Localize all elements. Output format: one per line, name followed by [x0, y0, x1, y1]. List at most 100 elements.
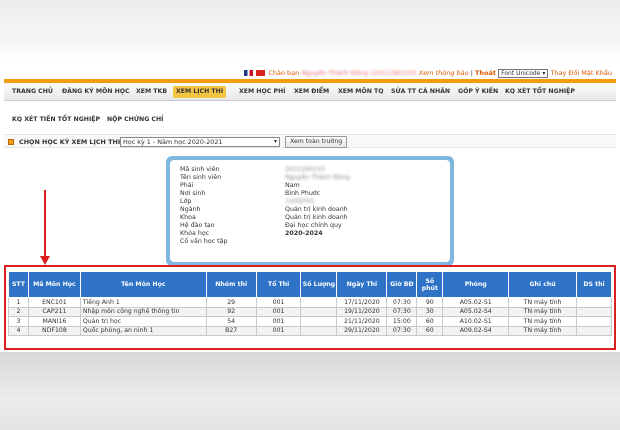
info-value: Bình Phước [285, 190, 321, 197]
secondary-menu: KQ XÉT TIẾN TỐT NGHIỆP NỘP CHỨNG CHỈ [4, 113, 616, 127]
chevron-down-icon: ▾ [273, 138, 277, 145]
vn-flag-icon[interactable] [256, 70, 266, 76]
cell-course-name: Quản trị học [79, 316, 207, 327]
info-value: Nam [285, 182, 300, 189]
cell-course-code: CAP211 [27, 306, 81, 317]
cell-note: TN máy tính [508, 297, 578, 308]
column-header: Ngày Thi [336, 271, 388, 298]
cell-exam-group: 54 [205, 316, 257, 327]
menu-item-tuition[interactable]: XEM HỌC PHÍ [239, 83, 285, 101]
cell-exam-group: 92 [205, 306, 257, 317]
menu-item-home[interactable]: TRANG CHỦ [12, 83, 53, 101]
semester-label: CHỌN HỌC KỲ XEM LỊCH THI [19, 138, 121, 146]
cell-quantity [300, 316, 338, 327]
menu-item-graduation-progress[interactable]: KQ XÉT TIẾN TỐT NGHIỆP [12, 113, 100, 127]
cell-course-name: Quốc phòng, an ninh 1 [79, 325, 207, 336]
exam-schedule-table: STT Mã Môn Học Tên Môn Học Nhóm thi Tổ T… [8, 271, 612, 336]
table-row: 1 ENC101 Tiếng Anh 1 29 001 17/11/2020 0… [8, 297, 612, 308]
info-value: Nguyễn Thành Đông [285, 174, 350, 181]
info-value: Quản trị kinh doanh [285, 206, 348, 213]
cell-course-name: Tiếng Anh 1 [79, 297, 207, 308]
info-value: Đại học chính quy [285, 222, 342, 229]
cell-exam-team: 001 [255, 297, 302, 308]
cell-start-time: 07:30 [386, 325, 418, 336]
menu-item-exam-schedule[interactable]: XEM LỊCH THI [173, 86, 227, 98]
student-name: Nguyễn Thành Đông [301, 69, 369, 77]
cell-stt: 2 [8, 306, 29, 317]
column-header: Số phút [416, 271, 444, 298]
cell-stt: 3 [8, 316, 29, 327]
cell-stt: 1 [8, 297, 29, 308]
student-id: (2011190133) [370, 69, 417, 77]
info-value: Quản trị kinh doanh [285, 214, 348, 221]
cell-course-code: ENC101 [27, 297, 81, 308]
greeting-text: Chào bạn [268, 69, 300, 77]
column-header: Tên Môn Học [79, 271, 207, 298]
info-key: Ngành [180, 206, 201, 213]
column-header: Số Lượng [300, 271, 338, 298]
menu-item-graduation-result[interactable]: KQ XÉT TỐT NGHIỆP [505, 83, 575, 101]
cell-exam-list[interactable] [576, 297, 612, 308]
cell-exam-list[interactable] [576, 306, 612, 317]
view-notifications-link[interactable]: Xem thông báo [419, 69, 469, 77]
cell-course-code: NDF108 [27, 325, 81, 336]
menu-item-grades[interactable]: XEM ĐIỂM [294, 83, 329, 101]
cell-exam-date: 19/11/2020 [336, 306, 388, 317]
info-key: Nơi sinh [180, 190, 206, 197]
semester-select[interactable]: Học kỳ 1 - Năm học 2020-2021 ▾ [120, 137, 280, 147]
separator: | [470, 69, 473, 77]
menu-item-register[interactable]: ĐĂNG KÝ MÔN HỌC [62, 83, 130, 101]
cell-exam-team: 001 [255, 306, 302, 317]
menu-item-feedback[interactable]: GÓP Ý KIẾN [458, 83, 498, 101]
view-all-school-button[interactable]: Xem toàn trường [285, 136, 348, 148]
cell-course-name: Nhập môn công nghệ thông tin [79, 306, 207, 317]
info-key: Cố vấn học tập [180, 238, 228, 245]
cell-course-code: MANI16 [27, 316, 81, 327]
calendar-icon [8, 139, 14, 145]
font-select[interactable]: Font Unicode ▾ [498, 68, 549, 78]
cell-room: A09.02-S4 [442, 325, 510, 336]
exam-schedule-highlight: STT Mã Môn Học Tên Môn Học Nhóm thi Tổ T… [4, 265, 616, 350]
info-value: 2020-2024 [285, 230, 323, 237]
logout-link[interactable]: Thoát [475, 69, 496, 77]
menu-item-edit-profile[interactable]: SỬA TT CÁ NHÂN [391, 83, 450, 101]
cell-exam-team: 001 [255, 316, 302, 327]
cell-minutes: 90 [416, 297, 444, 308]
menu-item-timetable[interactable]: XEM TKB [136, 83, 167, 101]
cell-quantity [300, 306, 338, 317]
table-row: 2 CAP211 Nhập môn công nghệ thông tin 92… [8, 306, 612, 317]
cell-note: TN máy tính [508, 306, 578, 317]
uk-flag-icon[interactable] [244, 70, 254, 76]
table-header-row: STT Mã Môn Học Tên Môn Học Nhóm thi Tổ T… [8, 271, 612, 298]
menu-item-general-courses[interactable]: XEM MÔN TQ [338, 83, 384, 101]
column-header: Nhóm thi [205, 271, 257, 298]
cell-exam-date: 29/11/2020 [336, 325, 388, 336]
cell-minutes: 60 [416, 325, 444, 336]
info-key: Tên sinh viên [180, 174, 222, 181]
cell-start-time: 07:30 [386, 297, 418, 308]
menu-item-submit-certificates[interactable]: NỘP CHỨNG CHỈ [107, 113, 163, 127]
table-row: 3 MANI16 Quản trị học 54 001 21/11/2020 … [8, 316, 612, 327]
cell-exam-list[interactable] [576, 325, 612, 336]
change-password-link[interactable]: Thay Đổi Mật Khẩu [550, 69, 612, 77]
column-header: Giờ BĐ [386, 271, 418, 298]
cell-note: TN máy tính [508, 316, 578, 327]
cell-exam-date: 17/11/2020 [336, 297, 388, 308]
column-header: STT [8, 271, 29, 298]
background-top [0, 0, 620, 62]
font-select-value: Font Unicode [501, 69, 541, 77]
background-bottom [0, 352, 620, 430]
column-header: Phòng [442, 271, 510, 298]
info-key: Mã sinh viên [180, 166, 220, 173]
column-header: Tổ Thi [255, 271, 302, 298]
cell-exam-list[interactable] [576, 316, 612, 327]
portal-page: Chào bạn Nguyễn Thành Đông (2011190133) … [4, 62, 616, 352]
cell-exam-date: 21/11/2020 [336, 316, 388, 327]
info-key: Phái [180, 182, 194, 189]
cell-quantity [300, 325, 338, 336]
cell-exam-team: 001 [255, 325, 302, 336]
cell-note: TN máy tính [508, 325, 578, 336]
info-key: Khóa học [180, 230, 210, 237]
cell-minutes: 60 [416, 316, 444, 327]
info-key: Hệ đào tạo [180, 222, 215, 229]
